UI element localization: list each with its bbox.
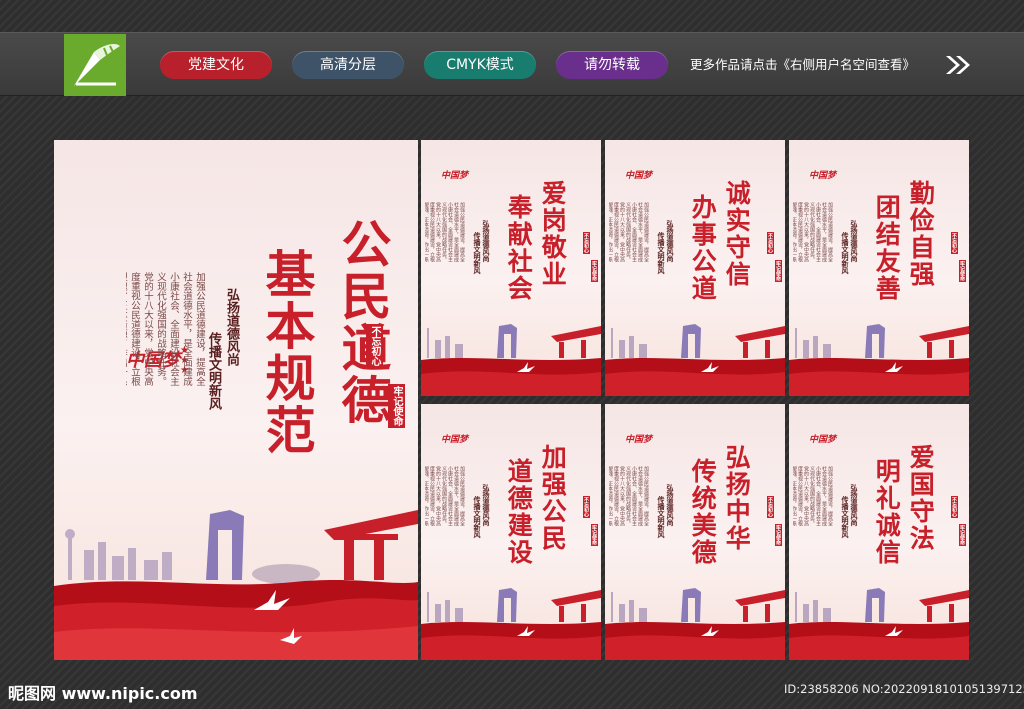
pen-nib-icon xyxy=(74,44,120,86)
poster-subtitle-line1: 弘扬道德风尚 xyxy=(482,484,491,526)
city-skyline-scene xyxy=(789,324,969,396)
seal-not-forget: 不忘初心 xyxy=(951,232,958,254)
poster-title-line1: 诚实守信 xyxy=(722,180,752,288)
seal-keep-mission: 牢记使命 xyxy=(775,260,782,282)
city-skyline-scene xyxy=(605,324,785,396)
tag-hd-layers[interactable]: 高清分层 xyxy=(292,51,404,79)
poster-title-line2: 奉献社会 xyxy=(504,194,534,302)
poster-honesty: 中国梦 诚实守信 办事公道 弘扬道德风尚 传播文明新风 加强公民道德建设，提高全… xyxy=(605,140,785,396)
poster-subtitle-line1: 弘扬道德风尚 xyxy=(666,484,675,526)
main-body-text: 加强公民道德建设，提高全社会道德水平，是全面建成小康社会、全面建设社会主义现代化… xyxy=(126,272,205,386)
seal-keep-mission: 牢记使命 xyxy=(591,524,598,546)
main-subtitle-line1: 弘扬道德风尚 xyxy=(224,288,239,366)
poster-subtitle-line2: 传播文明新风 xyxy=(473,496,482,538)
main-title-line1: 公民道德 xyxy=(333,218,393,426)
poster-subtitle-line2: 传播文明新风 xyxy=(841,232,850,274)
main-poster: 中国梦 公民道德 基本规范 弘扬道德风尚 传播文明新风 ★ ★ ★ 加强公民道德建设… xyxy=(54,140,418,660)
poster-subtitle-line2: 传播文明新风 xyxy=(657,496,666,538)
watermark-site: www.nipic.com xyxy=(61,684,198,703)
seal-keep-mission: 牢记使命 xyxy=(591,260,598,282)
poster-title-line1: 爱岗敬业 xyxy=(538,180,568,288)
seal-not-forget: 不忘初心 xyxy=(366,324,383,368)
poster-body-text: 加强公民道德建设，提高全社会道德水平，是全面建成小康社会、全面建设社会主义现代化… xyxy=(793,466,833,526)
main-title-line2: 基本规范 xyxy=(257,248,317,456)
seal-not-forget: 不忘初心 xyxy=(767,496,774,518)
seal-keep-mission: 牢记使命 xyxy=(775,524,782,546)
china-dream-emblem: 中国梦 xyxy=(625,435,653,445)
city-skyline-scene xyxy=(421,588,601,660)
seal-keep-mission: 牢记使命 xyxy=(959,524,966,546)
seal-not-forget: 不忘初心 xyxy=(951,496,958,518)
poster-morality: 中国梦 加强公民 道德建设 弘扬道德风尚 传播文明新风 加强公民道德建设，提高全… xyxy=(421,404,601,660)
city-skyline-scene xyxy=(605,588,785,660)
poster-dedication: 中国梦 爱岗敬业 奉献社会 弘扬道德风尚 传播文明新风 加强公民道德建设，提高全… xyxy=(421,140,601,396)
poster-body-text: 加强公民道德建设，提高全社会道德水平，是全面建成小康社会、全面建设社会主义现代化… xyxy=(425,466,465,526)
seal-not-forget: 不忘初心 xyxy=(583,232,590,254)
watermark-id: ID:23858206 NO:20220918101051397125 xyxy=(784,682,1024,696)
poster-subtitle-line1: 弘扬道德风尚 xyxy=(666,220,675,262)
poster-subtitle-line1: 弘扬道德风尚 xyxy=(850,220,859,262)
poster-body-text: 加强公民道德建设，提高全社会道德水平，是全面建成小康社会、全面建设社会主义现代化… xyxy=(425,202,465,262)
seal-keep-mission: 牢记使命 xyxy=(388,384,405,428)
more-works-link[interactable]: 更多作品请点击《右侧用户名空间查看》 xyxy=(690,51,915,79)
china-dream-emblem: 中国梦 xyxy=(809,435,837,445)
poster-title-line2: 办事公道 xyxy=(688,194,718,302)
poster-body-text: 加强公民道德建设，提高全社会道德水平，是全面建成小康社会、全面建设社会主义现代化… xyxy=(609,202,649,262)
city-skyline-scene xyxy=(54,510,418,660)
poster-title-line2: 明礼诚信 xyxy=(872,458,902,566)
poster-body-text: 加强公民道德建设，提高全社会道德水平，是全面建成小康社会、全面建设社会主义现代化… xyxy=(793,202,833,262)
double-arrow-icon[interactable] xyxy=(944,54,972,76)
main-subtitle-line2: 传播文明新风 xyxy=(206,332,221,410)
poster-subtitle-line2: 传播文明新风 xyxy=(657,232,666,274)
city-skyline-scene xyxy=(789,588,969,660)
poster-subtitle-line1: 弘扬道德风尚 xyxy=(482,220,491,262)
poster-body-text: 加强公民道德建设，提高全社会道德水平，是全面建成小康社会、全面建设社会主义现代化… xyxy=(609,466,649,526)
china-dream-emblem: 中国梦 xyxy=(441,171,469,181)
poster-subtitle-line2: 传播文明新风 xyxy=(841,496,850,538)
tag-no-repost[interactable]: 请勿转载 xyxy=(556,51,668,79)
china-dream-emblem: 中国梦 xyxy=(625,171,653,181)
poster-title-line1: 弘扬中华 xyxy=(722,444,752,552)
tag-cmyk[interactable]: CMYK模式 xyxy=(424,51,536,79)
poster-title-line2: 传统美德 xyxy=(688,458,718,566)
seal-not-forget: 不忘初心 xyxy=(767,232,774,254)
poster-subtitle-line1: 弘扬道德风尚 xyxy=(850,484,859,526)
logo xyxy=(64,34,126,96)
poster-title-line2: 团结友善 xyxy=(872,194,902,302)
city-skyline-scene xyxy=(421,324,601,396)
watermark-brand: 昵图网 www.nipic.com xyxy=(8,680,198,704)
poster-tradition: 中国梦 弘扬中华 传统美德 弘扬道德风尚 传播文明新风 加强公民道德建设，提高全… xyxy=(605,404,785,660)
seal-not-forget: 不忘初心 xyxy=(583,496,590,518)
poster-title-line1: 爱国守法 xyxy=(906,444,936,552)
poster-title-line1: 勤俭自强 xyxy=(906,180,936,288)
poster-diligence: 中国梦 勤俭自强 团结友善 弘扬道德风尚 传播文明新风 加强公民道德建设，提高全… xyxy=(789,140,969,396)
watermark-brand-name: 昵图网 xyxy=(8,684,57,703)
poster-patriotism: 中国梦 爱国守法 明礼诚信 弘扬道德风尚 传播文明新风 加强公民道德建设，提高全… xyxy=(789,404,969,660)
poster-subtitle-line2: 传播文明新风 xyxy=(473,232,482,274)
poster-title-line1: 加强公民 xyxy=(538,444,568,552)
poster-title-line2: 道德建设 xyxy=(504,458,534,566)
tag-party-culture[interactable]: 党建文化 xyxy=(160,51,272,79)
china-dream-emblem: 中国梦 xyxy=(441,435,469,445)
china-dream-emblem: 中国梦 xyxy=(809,171,837,181)
seal-keep-mission: 牢记使命 xyxy=(959,260,966,282)
